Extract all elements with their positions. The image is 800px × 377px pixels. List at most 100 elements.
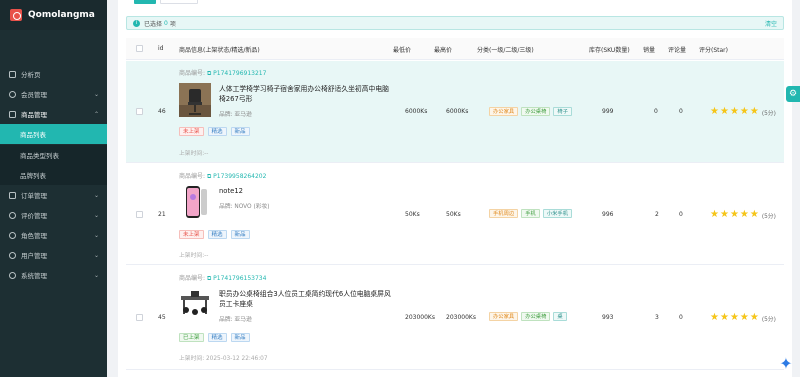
category-tags: 手机周边 手机 小米手机 [489,209,573,218]
sales: 2 [655,211,659,218]
featured-badge[interactable]: 精选 [207,333,227,342]
category-level3: 椅子 [553,107,573,116]
sidebar-item-members[interactable]: 会员管理 ⌄ [0,84,107,104]
app-logo[interactable]: Qomolangma [0,0,107,30]
sidebar-item-products[interactable]: 商品管理 ⌃ [0,104,107,124]
table-row[interactable]: 21 商品编号: ⧉ P1739958264202 note12 品牌: NOV… [126,164,784,265]
rating-score: (5分) [761,110,776,117]
publish-time: 上架时间:-- [179,253,209,259]
star-icon: ★ [749,106,759,117]
category-level1: 办公家具 [489,107,519,116]
rating-score: (5分) [761,213,776,220]
header-min-price[interactable]: 最低价 [393,45,411,54]
sparkle-icon[interactable]: ✦ [778,356,794,372]
clear-selection-link[interactable]: 清空 [765,19,777,28]
comments: 0 [679,108,683,115]
new-badge[interactable]: 新品 [230,230,250,239]
product-title[interactable]: 人体工学椅学习椅子宿舍家用办公椅舒适久坐初高中电脑椅267弓形 [219,84,394,104]
category-level2: 办公桌椅 [521,107,551,116]
chevron-down-icon: ⌄ [93,251,99,259]
product-thumbnail[interactable] [179,185,211,219]
sidebar-item-analytics[interactable]: 分析页 [0,64,107,84]
product-code: 商品编号: ⧉ P1741796913217 [179,70,267,77]
box-icon [9,110,16,118]
copy-icon[interactable]: ⧉ [207,70,211,77]
featured-badge[interactable]: 精选 [207,230,227,239]
header-comments[interactable]: 评论量 [668,45,686,54]
category-level1: 手机周边 [489,209,519,218]
status-badge[interactable]: 未上架 [179,127,204,136]
secondary-action-button[interactable] [160,0,198,4]
sidebar-item-product-types[interactable]: 商品类型列表 [0,145,107,165]
sidebar-item-product-list[interactable]: 商品列表 [0,124,107,144]
row-id: 45 [158,314,166,321]
header-category: 分类(一级/二级/三级) [477,47,534,54]
row-checkbox[interactable] [136,108,143,115]
selection-alert: i 已选择 0 项 清空 [126,16,784,30]
chart-icon [9,70,16,78]
users-icon [9,251,16,259]
star-icon: ★ [739,106,749,117]
rating-score: (5分) [761,316,776,323]
status-badge[interactable]: 已上架 [179,333,204,342]
rating-stars: ★ ★ ★ ★ ★ (5分) [710,313,776,323]
category-tags: 办公家具 办公桌椅 椅子 [489,107,573,116]
sidebar-item-system[interactable]: 系统管理 ⌄ [0,265,107,285]
star-icon: ★ [719,209,729,220]
sidebar-item-users[interactable]: 用户管理 ⌄ [0,245,107,265]
product-thumbnail[interactable] [179,288,211,322]
star-icon: ★ [749,312,759,323]
header-max-price[interactable]: 最高价 [434,45,452,54]
product-title[interactable]: 职员办公桌椅组合3人位员工桌简约现代6人位电脑桌屏风员工卡座桌 [219,289,394,309]
logo-icon [10,9,22,21]
header-sales[interactable]: 销量 [643,45,655,54]
category-level3: 小米手机 [542,209,573,218]
stock: 996 [602,211,614,218]
select-all-checkbox[interactable] [136,45,143,52]
row-id: 21 [158,211,166,218]
category-tags: 办公家具 办公桌椅 桌 [489,312,567,321]
row-checkbox[interactable] [136,211,143,218]
sidebar-item-orders[interactable]: 订单管理 ⌄ [0,185,107,205]
category-level3: 桌 [553,312,567,321]
max-price: 6000Ks [446,108,469,115]
star-icon: ★ [749,209,759,220]
product-brand: 品牌: 亚马逊 [219,112,252,118]
header-rating[interactable]: 评分(Star) [699,45,728,54]
new-badge[interactable]: 新品 [230,127,250,136]
primary-action-button[interactable] [134,0,156,4]
copy-icon[interactable]: ⧉ [207,173,211,180]
category-level1: 办公家具 [489,312,519,321]
category-level2: 手机 [521,209,540,218]
header-stock[interactable]: 库存(SKU数量) [589,45,630,54]
order-icon [9,191,16,199]
status-badge[interactable]: 未上架 [179,230,204,239]
star-icon: ★ [719,312,729,323]
comments: 0 [679,211,683,218]
category-level2: 办公桌椅 [521,312,551,321]
chevron-down-icon: ⌄ [93,231,99,239]
star-icon: ★ [719,106,729,117]
table-row[interactable]: 45 商品编号: ⧉ P1741796153734 职员办公桌椅组合3人位员工桌… [126,266,784,370]
comment-icon [9,211,16,219]
star-icon: ★ [729,106,739,117]
product-thumbnail[interactable] [179,83,211,117]
table-row[interactable]: 46 商品编号: ⧉ P1741796913217 人体工学椅学习椅子宿舍家用办… [126,61,784,163]
gear-icon[interactable]: ⚙ [786,86,800,102]
product-code: 商品编号: ⧉ P1741796153734 [179,275,267,282]
copy-icon[interactable]: ⧉ [207,275,211,282]
rating-stars: ★ ★ ★ ★ ★ (5分) [710,107,776,117]
info-icon: i [133,19,140,27]
featured-badge[interactable]: 精选 [207,127,227,136]
row-checkbox[interactable] [136,314,143,321]
sidebar-item-roles[interactable]: 角色管理 ⌄ [0,225,107,245]
header-id[interactable]: id [158,45,163,52]
new-badge[interactable]: 新品 [230,333,250,342]
comments: 0 [679,314,683,321]
product-list-card: i 已选择 0 项 清空 id 商品信息(上架状态/精选/新品) 最低价 最高价… [118,0,792,377]
sidebar-item-reviews[interactable]: 评价管理 ⌄ [0,205,107,225]
product-title[interactable]: note12 [219,186,394,196]
selected-count: 0 [164,19,168,27]
publish-time: 上架时间: 2025-03-12 22:46:07 [179,356,268,362]
sidebar-item-brands[interactable]: 品牌列表 [0,165,107,185]
